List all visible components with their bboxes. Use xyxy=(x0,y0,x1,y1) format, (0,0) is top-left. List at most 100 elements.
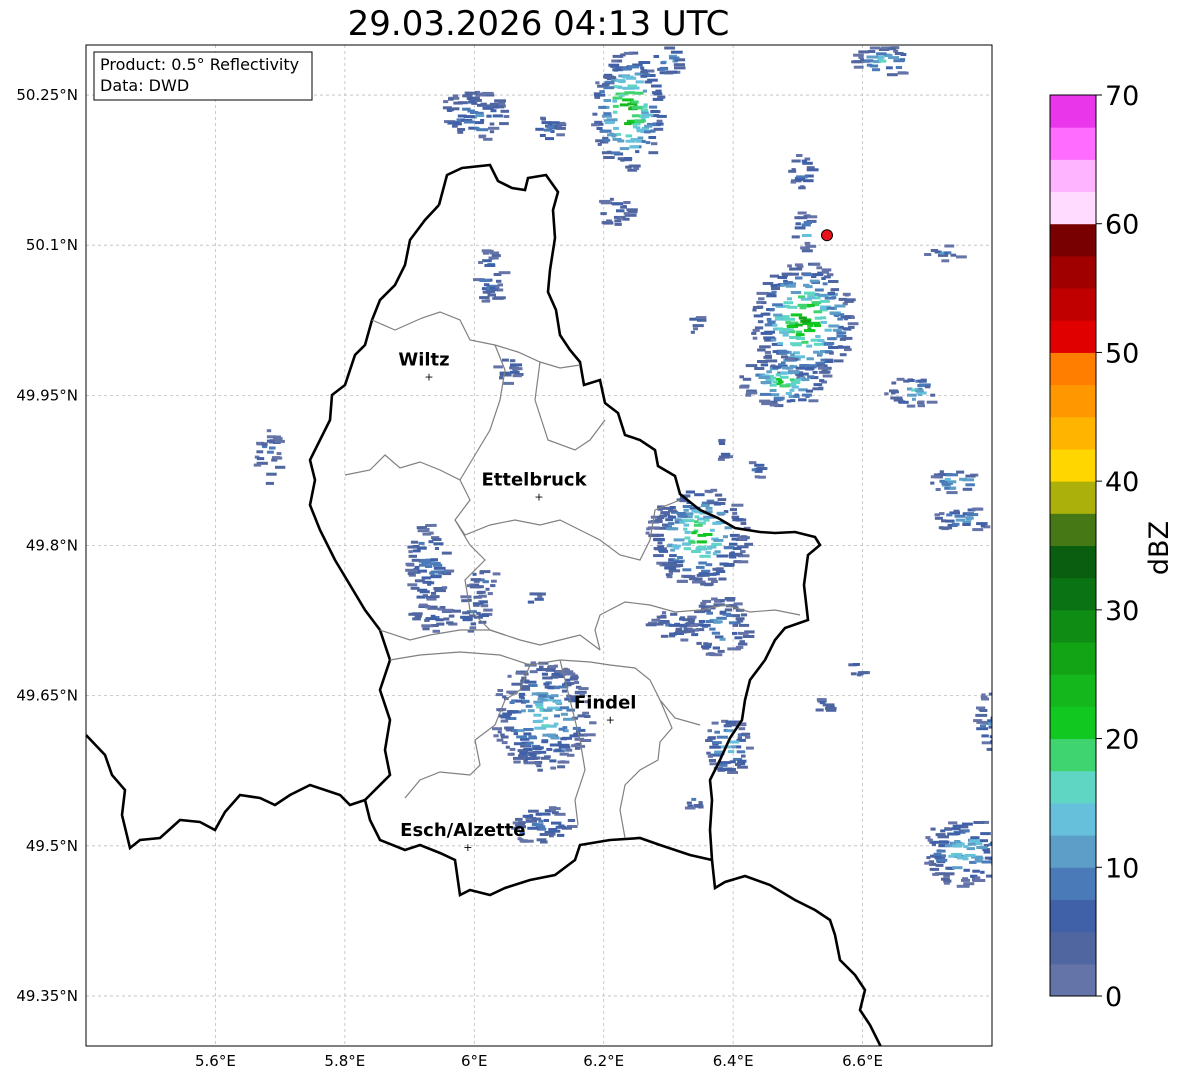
echo-cell xyxy=(599,129,612,133)
radar-map: 50.25°N 50.1°N 49.95°N 49.8°N 49.65°N 49.5°N 4… xyxy=(16,44,1175,1070)
colorbar-segment xyxy=(1050,963,1096,997)
echo-cell xyxy=(934,513,940,517)
echo-cell xyxy=(884,392,889,396)
echo-cell xyxy=(667,522,675,526)
echo-cell xyxy=(463,120,475,124)
echo-cell xyxy=(872,68,881,72)
echo-cell xyxy=(558,727,565,731)
echo-cell xyxy=(748,461,757,465)
echo-cell xyxy=(503,115,510,118)
echo-cell xyxy=(442,608,454,612)
echo-cell xyxy=(725,720,737,724)
echo-cell xyxy=(965,474,976,478)
echo-cell xyxy=(408,554,417,558)
colorbar-segment xyxy=(1050,95,1096,128)
echo-cell xyxy=(657,95,666,99)
echo-cell xyxy=(695,565,705,569)
echo-cell xyxy=(623,51,633,55)
echo-cell xyxy=(930,393,936,397)
echo-cell xyxy=(266,472,277,476)
echo-cell xyxy=(971,507,984,511)
echo-cell xyxy=(645,531,650,535)
echo-cell xyxy=(745,364,758,368)
lat-tick-label: 49.65°N xyxy=(16,687,78,705)
echo-cell xyxy=(624,122,632,126)
echo-cell xyxy=(698,620,706,623)
echo-cell xyxy=(538,665,544,669)
echo-cell xyxy=(657,541,663,545)
echo-cell xyxy=(824,360,834,363)
echo-cell xyxy=(446,621,454,625)
echo-cell xyxy=(407,583,418,587)
echo-cell xyxy=(447,109,452,112)
echo-cell xyxy=(425,565,433,568)
colorbar-segment xyxy=(1050,481,1096,514)
echo-cell xyxy=(742,635,755,638)
echo-cell xyxy=(498,271,511,275)
echo-cell xyxy=(786,324,796,328)
echo-cell xyxy=(662,562,674,566)
echo-cell xyxy=(634,91,644,95)
echo-cell xyxy=(712,552,717,556)
echo-cell xyxy=(954,840,961,843)
lon-tick-label: 5.6°E xyxy=(195,1052,236,1070)
echo-cell xyxy=(616,132,622,136)
echo-cell xyxy=(699,554,711,558)
echo-cell xyxy=(673,560,684,564)
echo-cell xyxy=(819,379,825,383)
echo-cell xyxy=(821,270,830,274)
echo-cell xyxy=(790,180,797,184)
echo-cell xyxy=(783,301,793,305)
station-marker xyxy=(820,229,833,242)
echo-cell xyxy=(682,618,692,622)
echo-cell xyxy=(956,470,965,474)
echo-cell xyxy=(629,145,639,149)
echo-cell xyxy=(677,514,688,518)
echo-cell xyxy=(789,388,795,392)
echo-cell xyxy=(536,719,544,723)
echo-cell xyxy=(696,540,707,544)
echo-cell xyxy=(696,546,706,549)
echo-cell xyxy=(443,100,449,104)
echo-cell xyxy=(457,130,464,134)
echo-cell xyxy=(429,571,435,575)
echo-cell xyxy=(839,353,847,357)
echo-cell xyxy=(812,370,818,374)
echo-cell xyxy=(627,84,637,88)
echo-cell xyxy=(691,633,699,637)
echo-cell xyxy=(801,340,809,344)
echo-cell xyxy=(801,249,813,253)
echo-cell xyxy=(557,760,570,764)
echo-cell xyxy=(889,389,898,393)
echo-cell xyxy=(988,719,992,723)
echo-cell xyxy=(891,381,897,385)
echo-cell xyxy=(674,622,680,626)
echo-cell xyxy=(411,558,421,562)
echo-cell xyxy=(996,865,1002,868)
echo-cell xyxy=(790,291,802,294)
echo-cell xyxy=(711,597,718,601)
colorbar-segment xyxy=(1050,127,1096,160)
echo-cell xyxy=(483,608,493,612)
echo-cell xyxy=(537,768,543,772)
echo-cell xyxy=(788,272,799,276)
echo-cell xyxy=(817,366,829,370)
echo-cell xyxy=(603,99,611,102)
echo-cell xyxy=(801,378,810,382)
echo-cell xyxy=(407,572,414,576)
colorbar-tick-label: 10 xyxy=(1105,853,1139,884)
echo-cell xyxy=(596,127,603,130)
echo-cell xyxy=(972,869,980,873)
echo-cell xyxy=(490,584,496,588)
echo-cell xyxy=(603,112,612,116)
echo-cell xyxy=(528,809,539,813)
echo-cell xyxy=(417,529,430,533)
echo-cell xyxy=(266,429,272,433)
echo-cell xyxy=(441,586,448,590)
colorbar-tick-label: 40 xyxy=(1105,467,1139,498)
echo-cell xyxy=(541,740,548,744)
echo-cell xyxy=(488,126,500,130)
echo-cell xyxy=(641,140,646,143)
echo-cell xyxy=(943,872,955,876)
echo-cell xyxy=(619,147,630,151)
